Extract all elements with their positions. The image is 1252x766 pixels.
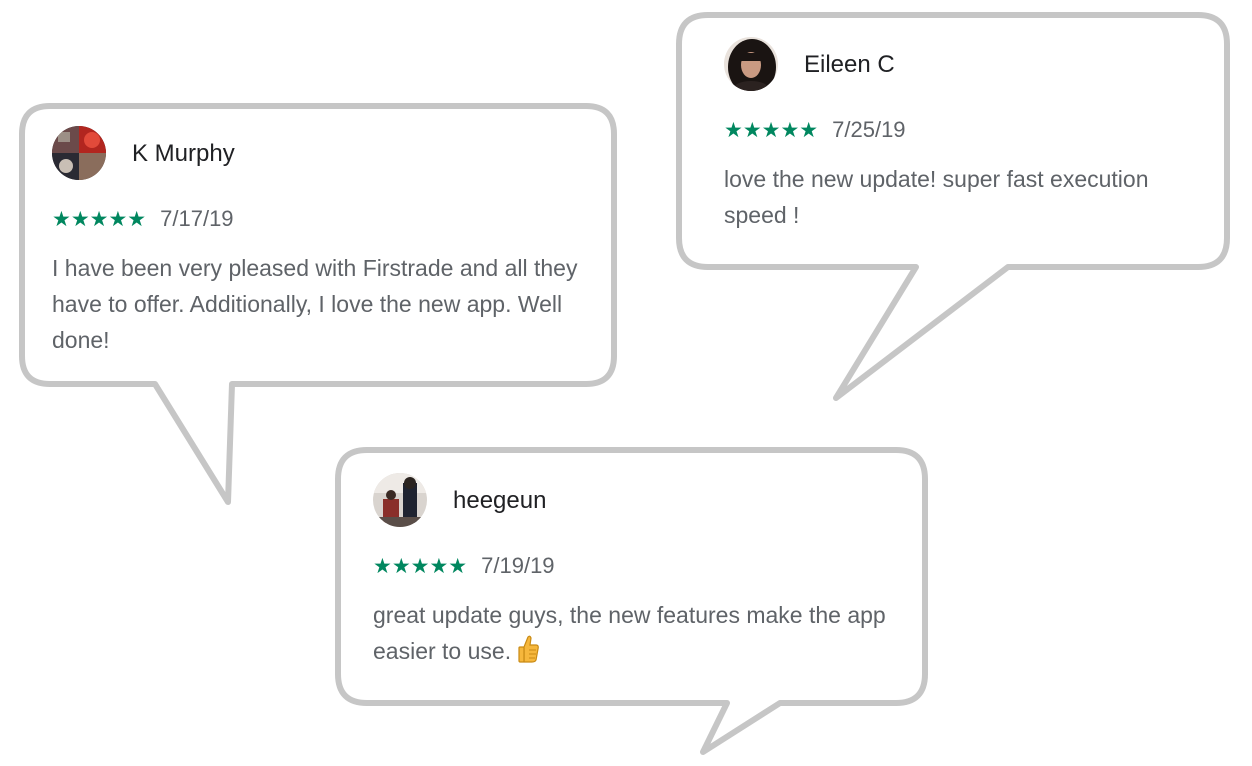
rating-row: ★★★★★ 7/17/19 [52, 206, 234, 232]
avatar [373, 473, 427, 527]
review-date: 7/17/19 [160, 206, 234, 231]
review-text-block: great update guys, the new features make… [373, 597, 903, 673]
star-rating-icon: ★★★★★ [373, 553, 468, 578]
avatar [724, 37, 778, 91]
reviewer-name: Eileen C [804, 51, 895, 78]
star-rating-icon: ★★★★★ [724, 117, 819, 142]
review-text: love the new update! super fast executio… [724, 166, 1149, 228]
review-date: 7/25/19 [832, 117, 906, 142]
rating-row: ★★★★★ 7/25/19 [724, 117, 906, 143]
thumbs-up-icon [517, 635, 539, 673]
rating-row: ★★★★★ 7/19/19 [373, 553, 555, 579]
review-text: great update guys, the new features make… [373, 602, 886, 664]
reviewer-name: K Murphy [132, 140, 235, 167]
avatar [52, 126, 106, 180]
reviewer-name: heegeun [453, 487, 547, 514]
avatar-image [52, 126, 106, 180]
star-rating-icon: ★★★★★ [52, 206, 147, 231]
avatar-image [373, 473, 427, 527]
review-date: 7/19/19 [481, 553, 555, 578]
avatar-image [724, 37, 778, 91]
review-text: I have been very pleased with Firstrade … [52, 255, 578, 353]
